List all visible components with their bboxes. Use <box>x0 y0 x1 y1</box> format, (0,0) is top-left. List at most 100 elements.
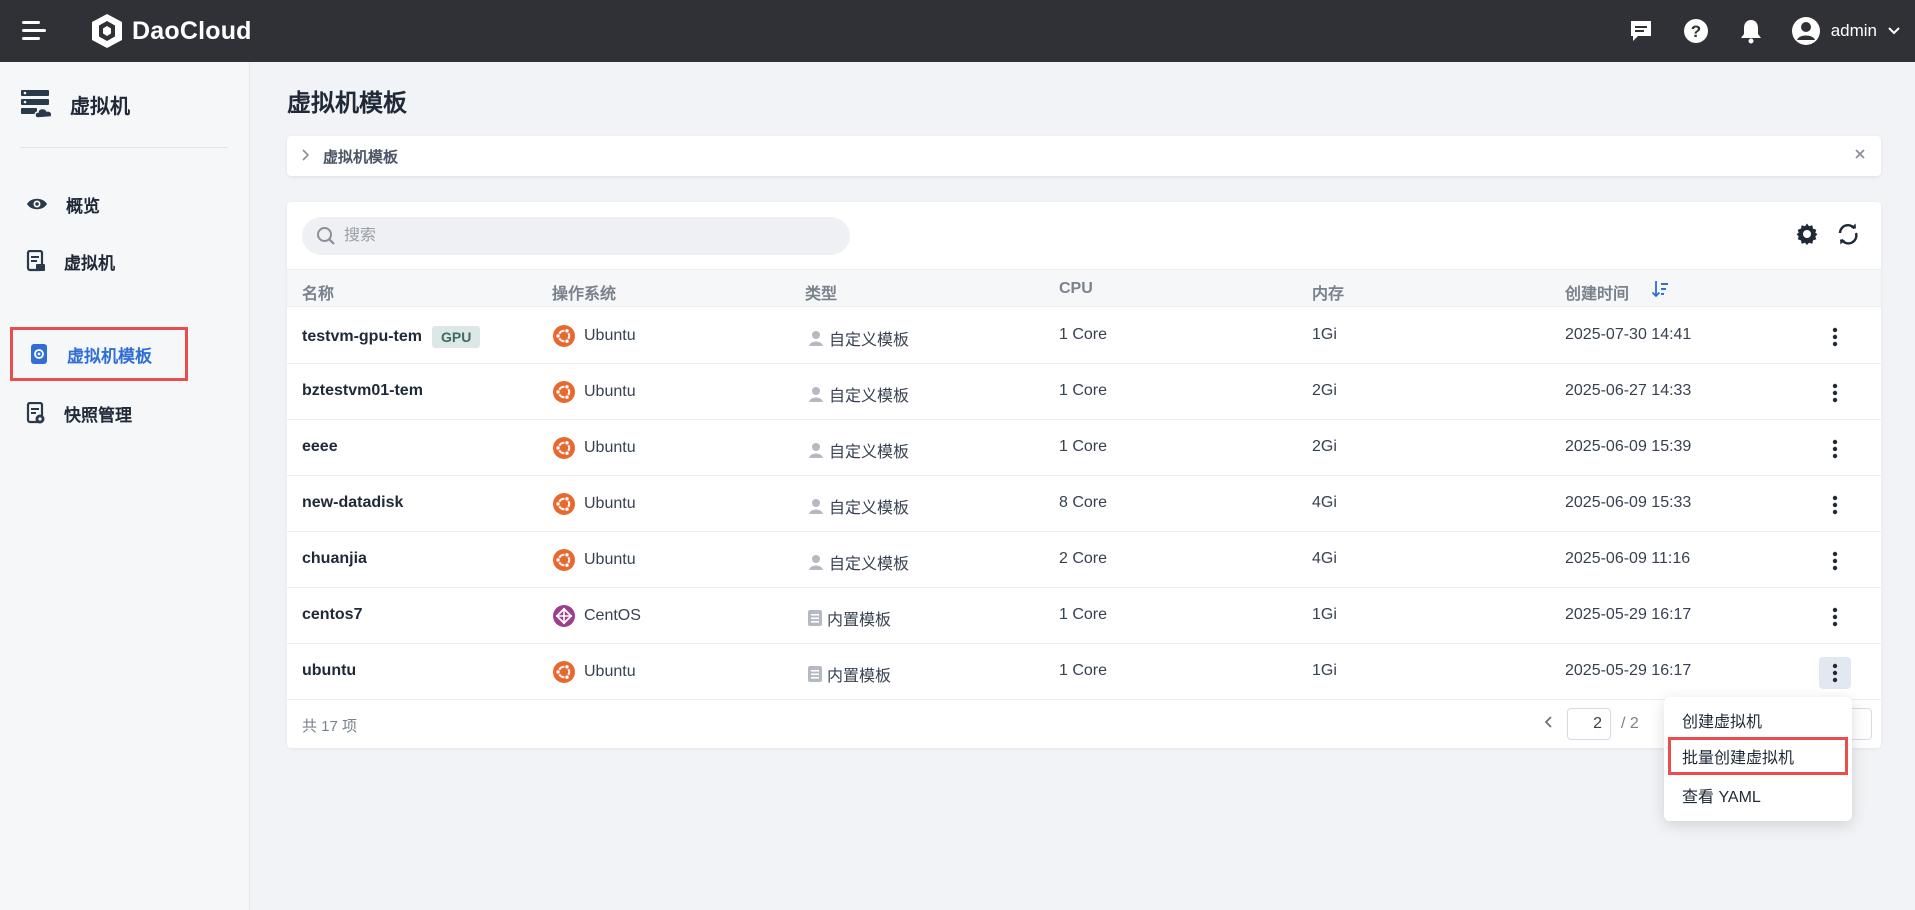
sidebar-item-overview[interactable]: 概览 <box>10 177 188 231</box>
user-name: admin <box>1830 21 1877 40</box>
menu-item-create-vm[interactable]: 创建虚拟机 <box>1668 701 1848 739</box>
breadcrumb-item[interactable]: 虚拟机模板 <box>323 146 398 167</box>
memory-cell: 1Gi <box>1312 326 1337 343</box>
menu-item-view-yaml[interactable]: 查看 YAML <box>1668 776 1848 814</box>
template-type: 内置模板 <box>827 612 892 629</box>
template-type: 内置模板 <box>827 668 892 685</box>
table-row[interactable]: bztestvm01-tem Ubuntu 自定义模板 1 Core 2Gi 2025-0… <box>287 364 1881 420</box>
message-icon[interactable] <box>1626 16 1656 46</box>
table-header: 名称 操作系统 类型 CPU 内存 创建时间 <box>287 269 1881 307</box>
created-time-cell: 2025-07-30 14:41 <box>1565 326 1692 343</box>
template-type: 自定义模板 <box>829 388 910 405</box>
daocloud-logo-icon <box>92 14 122 48</box>
breadcrumb: 虚拟机模板 <box>287 136 1881 176</box>
sidebar-item-label: 虚拟机 <box>64 253 115 273</box>
gear-icon[interactable] <box>1793 220 1821 248</box>
table-row[interactable]: testvm-gpu-tem GPU Ubuntu 自定义模板 1 Core 1Gi 202… <box>287 308 1881 364</box>
chevron-down-icon <box>1888 27 1900 35</box>
menu-toggle-icon[interactable] <box>22 20 48 42</box>
sidebar-item-snapshot[interactable]: 快照管理 <box>10 386 188 440</box>
custom-template-icon <box>807 441 825 459</box>
more-actions-icon[interactable] <box>1819 489 1851 521</box>
template-type: 自定义模板 <box>829 444 910 461</box>
template-name[interactable]: bztestvm01-tem <box>302 382 423 400</box>
column-header-type[interactable]: 类型 <box>805 280 837 304</box>
ubuntu-icon <box>552 548 576 572</box>
more-actions-icon[interactable] <box>1819 377 1851 409</box>
ubuntu-icon <box>552 380 576 404</box>
more-actions-icon[interactable] <box>1819 321 1851 353</box>
template-type: 自定义模板 <box>829 556 910 573</box>
more-actions-icon[interactable] <box>1819 545 1851 577</box>
memory-cell: 4Gi <box>1312 494 1337 511</box>
template-name-cell: testvm-gpu-tem GPU <box>302 326 481 348</box>
sidebar-item-vm[interactable]: 虚拟机 <box>10 234 188 288</box>
chevron-left-icon[interactable] <box>1543 715 1557 734</box>
total-count: 共 17 项 <box>302 718 358 735</box>
os-name: Ubuntu <box>584 383 636 400</box>
ubuntu-icon <box>552 436 576 460</box>
vm-doc-icon <box>26 250 45 272</box>
search-icon <box>317 227 335 245</box>
bell-icon[interactable] <box>1736 16 1766 46</box>
table-row[interactable]: ubuntu Ubuntu 内置模板 1 Core 1Gi 2025-05-29 16:1… <box>287 644 1881 700</box>
type-cell: 自定义模板 <box>807 438 909 462</box>
template-name[interactable]: testvm-gpu-tem <box>302 328 422 346</box>
os-cell: Ubuntu <box>552 436 636 460</box>
sidebar-item-vm-template[interactable]: 虚拟机模板 <box>10 327 188 381</box>
os-cell: Ubuntu <box>552 324 636 348</box>
created-time-cell: 2025-06-09 11:16 <box>1565 550 1691 567</box>
column-header-memory[interactable]: 内存 <box>1312 280 1344 304</box>
sidebar-header: 虚拟机 <box>20 88 130 120</box>
more-actions-icon[interactable] <box>1819 657 1851 689</box>
table-row[interactable]: eeee Ubuntu 自定义模板 1 Core 2Gi 2025-06-09 15:39 <box>287 420 1881 476</box>
search-input[interactable] <box>344 227 824 245</box>
table-row[interactable]: centos7 CentOS 内置模板 1 Core 1Gi 2025-05-29 16:… <box>287 588 1881 644</box>
refresh-icon[interactable] <box>1834 220 1862 248</box>
os-name: CentOS <box>584 607 641 624</box>
column-header-created[interactable]: 创建时间 <box>1565 280 1629 304</box>
cpu-cell: 1 Core <box>1059 662 1108 679</box>
sidebar: 虚拟机 概览 虚拟机 虚拟机模板 快照管理 <box>0 62 250 910</box>
os-cell: Ubuntu <box>552 492 636 516</box>
type-cell: 自定义模板 <box>807 382 909 406</box>
sidebar-item-label: 虚拟机模板 <box>67 346 152 366</box>
help-icon[interactable]: ? <box>1681 16 1711 46</box>
custom-template-icon <box>807 329 825 347</box>
memory-cell: 4Gi <box>1312 550 1337 567</box>
template-name[interactable]: chuanjia <box>302 550 367 568</box>
sidebar-item-label: 概览 <box>66 196 100 216</box>
type-cell: 内置模板 <box>807 606 891 630</box>
table-row[interactable]: new-datadisk Ubuntu 自定义模板 8 Core 4Gi 2025-06-… <box>287 476 1881 532</box>
page-number-input[interactable] <box>1567 708 1611 740</box>
chevron-right-icon[interactable] <box>301 148 313 165</box>
cpu-cell: 1 Core <box>1059 382 1108 399</box>
template-name[interactable]: centos7 <box>302 606 362 624</box>
cpu-cell: 1 Core <box>1059 606 1108 623</box>
template-name[interactable]: new-datadisk <box>302 494 403 512</box>
type-cell: 自定义模板 <box>807 494 909 518</box>
more-actions-icon[interactable] <box>1819 601 1851 633</box>
table-row[interactable]: chuanjia Ubuntu 自定义模板 2 Core 4Gi 2025-06-09 1… <box>287 532 1881 588</box>
template-name[interactable]: ubuntu <box>302 662 356 680</box>
created-time-cell: 2025-06-09 15:33 <box>1565 494 1692 511</box>
template-type: 自定义模板 <box>829 332 910 349</box>
cpu-cell: 1 Core <box>1059 326 1108 343</box>
column-header-name[interactable]: 名称 <box>302 280 334 304</box>
daocloud-logo[interactable]: DaoCloud <box>90 13 252 49</box>
sort-desc-icon[interactable] <box>1651 279 1669 299</box>
more-actions-icon[interactable] <box>1819 433 1851 465</box>
template-name-cell: centos7 <box>302 606 362 624</box>
menu-item-batch-create-vm[interactable]: 批量创建虚拟机 <box>1668 737 1848 775</box>
user-menu[interactable]: admin <box>1791 16 1901 46</box>
created-time-cell: 2025-06-09 15:39 <box>1565 438 1692 455</box>
eye-icon <box>27 198 47 210</box>
search-box[interactable] <box>302 217 850 255</box>
type-cell: 内置模板 <box>807 662 891 686</box>
column-header-os[interactable]: 操作系统 <box>552 280 616 304</box>
template-name-cell: new-datadisk <box>302 494 403 512</box>
template-name[interactable]: eeee <box>302 438 338 456</box>
close-icon[interactable] <box>1853 145 1867 166</box>
column-header-cpu[interactable]: CPU <box>1059 280 1093 298</box>
type-cell: 自定义模板 <box>807 550 909 574</box>
